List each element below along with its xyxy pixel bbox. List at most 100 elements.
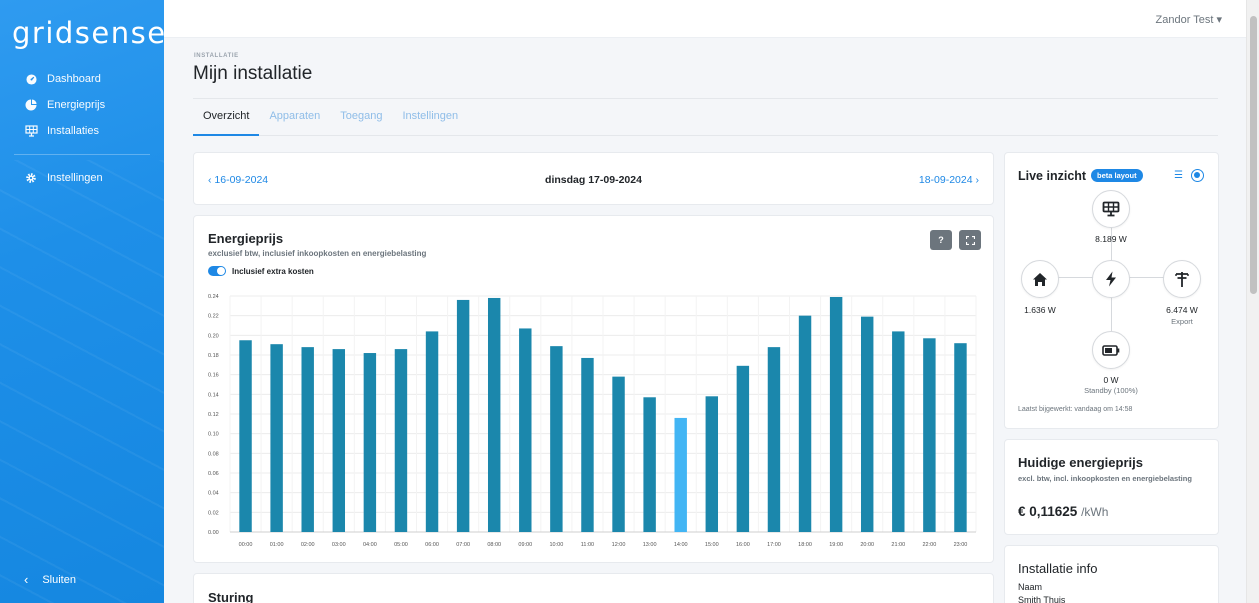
x-tick-label: 02:00 (301, 542, 315, 548)
page-title: Mijn installatie (193, 63, 313, 84)
solar-panel-icon (24, 124, 38, 138)
sturing-card: Sturing (193, 573, 994, 603)
solar-node[interactable] (1092, 190, 1130, 228)
live-insight-card: Live inzicht beta layout ☰ 8.189 W 1.636… (1004, 152, 1219, 429)
battery-node[interactable] (1092, 331, 1130, 369)
y-tick-label: 0.16 (208, 373, 219, 379)
y-tick-label: 0.04 (208, 491, 219, 497)
chart-bar (674, 417, 687, 532)
chart-bar (612, 376, 625, 532)
chevron-right-icon: › (972, 174, 979, 186)
y-tick-label: 0.00 (208, 530, 219, 536)
x-tick-label: 21:00 (891, 542, 905, 548)
current-date: dinsdag 17-09-2024 (545, 174, 642, 186)
y-tick-label: 0.14 (208, 392, 219, 398)
chart-bar (425, 331, 439, 532)
installation-name-label: Naam (1018, 582, 1043, 592)
sidebar-item-label: Dashboard (47, 73, 101, 85)
header-divider (193, 98, 1218, 99)
x-tick-label: 14:00 (674, 542, 688, 548)
chevron-left-icon: ‹ (24, 572, 29, 587)
tab-overzicht[interactable]: Overzicht (193, 104, 260, 136)
sidebar-close-button[interactable]: ‹ Sluiten (24, 572, 76, 587)
x-tick-label: 04:00 (363, 542, 377, 548)
installation-info-card: Installatie info Naam Smith Thuis (1004, 545, 1219, 603)
battery-icon (1102, 344, 1120, 356)
x-tick-label: 06:00 (425, 542, 439, 548)
x-tick-label: 16:00 (736, 542, 750, 548)
diagram-view-radio[interactable] (1191, 169, 1204, 182)
grid-node[interactable] (1163, 260, 1201, 298)
installation-info-title: Installatie info (1018, 561, 1098, 576)
tab-instellingen[interactable]: Instellingen (392, 104, 468, 136)
expand-icon (965, 235, 975, 245)
sidebar-item-installaties[interactable]: Installaties (0, 118, 164, 144)
chart-bar (487, 297, 501, 532)
sidebar-item-label: Instellingen (47, 172, 103, 184)
live-insight-title: Live inzicht (1018, 169, 1087, 183)
fullscreen-button[interactable] (959, 230, 981, 250)
y-tick-label: 0.06 (208, 471, 219, 477)
page-pretitle: INSTALLATIE (194, 53, 239, 59)
home-node[interactable] (1021, 260, 1059, 298)
sidebar: gridsense Dashboard Energieprijs Install… (0, 0, 164, 603)
sidebar-item-instellingen[interactable]: Instellingen (0, 165, 164, 191)
power-pole-icon (1175, 272, 1189, 287)
sidebar-item-dashboard[interactable]: Dashboard (0, 66, 164, 92)
next-day-button[interactable]: 18-09-2024 › (919, 174, 979, 186)
x-tick-label: 12:00 (612, 542, 626, 548)
scrollbar-thumb[interactable] (1250, 16, 1257, 294)
tab-apparaten[interactable]: Apparaten (259, 104, 330, 136)
home-icon (1033, 272, 1047, 286)
bolt-icon (1106, 271, 1116, 287)
grid-sub: Export (1171, 317, 1193, 326)
x-tick-label: 05:00 (394, 542, 408, 548)
sidebar-item-label: Installaties (47, 125, 99, 137)
gear-icon (24, 171, 38, 185)
price-amount: € 0,11625 (1018, 504, 1078, 519)
battery-value: 0 W (1103, 375, 1119, 385)
sidebar-item-energieprijs[interactable]: Energieprijs (0, 92, 164, 118)
tab-bar: Overzicht Apparaten Toegang Instellingen (193, 104, 1218, 136)
chart-bar (643, 397, 656, 532)
page-scrollbar[interactable] (1246, 0, 1259, 603)
y-tick-label: 0.10 (208, 432, 219, 438)
x-tick-label: 11:00 (581, 542, 594, 548)
x-tick-label: 17:00 (767, 542, 781, 548)
center-node[interactable] (1092, 260, 1130, 298)
energy-price-subtitle: exclusief btw, inclusief inkoopkosten en… (208, 249, 427, 258)
y-tick-label: 0.12 (208, 412, 219, 418)
current-price-value: € 0,11625 /kWh (1018, 504, 1108, 519)
battery-sub: Standby (100%) (1084, 386, 1138, 395)
x-tick-label: 22:00 (922, 542, 936, 548)
x-tick-label: 15:00 (705, 542, 719, 548)
x-tick-label: 08:00 (487, 542, 501, 548)
chart-bar (239, 340, 252, 532)
y-tick-label: 0.08 (208, 451, 219, 457)
price-unit: /kWh (1081, 505, 1109, 519)
help-button[interactable]: ? (930, 230, 952, 250)
y-tick-label: 0.02 (208, 510, 219, 516)
chart-bar (301, 347, 314, 532)
tab-toegang[interactable]: Toegang (330, 104, 392, 136)
current-price-card: Huidige energieprijs excl. btw, incl. in… (1004, 439, 1219, 535)
chart-bar (550, 346, 563, 532)
logo[interactable]: gridsense (12, 16, 164, 50)
sidebar-close-label: Sluiten (42, 573, 76, 586)
chart-bar (954, 343, 967, 532)
user-menu[interactable]: Zandor Test ▾ (1156, 13, 1222, 26)
extra-costs-toggle[interactable]: Inclusief extra kosten (208, 266, 314, 276)
next-day-label: 18-09-2024 (918, 174, 973, 186)
x-tick-label: 03:00 (332, 542, 346, 548)
current-price-subtitle: excl. btw, incl. inkoopkosten en energie… (1018, 474, 1192, 483)
chart-bar (519, 328, 532, 532)
chart-bar (456, 299, 470, 532)
installation-name-value: Smith Thuis (1018, 595, 1066, 603)
x-tick-label: 23:00 (954, 542, 968, 548)
sidebar-nav: Dashboard Energieprijs Installaties Inst… (0, 66, 164, 191)
chart-bar (363, 353, 377, 532)
beta-badge: beta layout (1091, 169, 1143, 182)
list-view-icon[interactable]: ☰ (1174, 170, 1183, 181)
toggle-switch[interactable] (208, 266, 226, 276)
last-updated: Laatst bijgewerkt: vandaag om 14:58 (1018, 406, 1133, 413)
